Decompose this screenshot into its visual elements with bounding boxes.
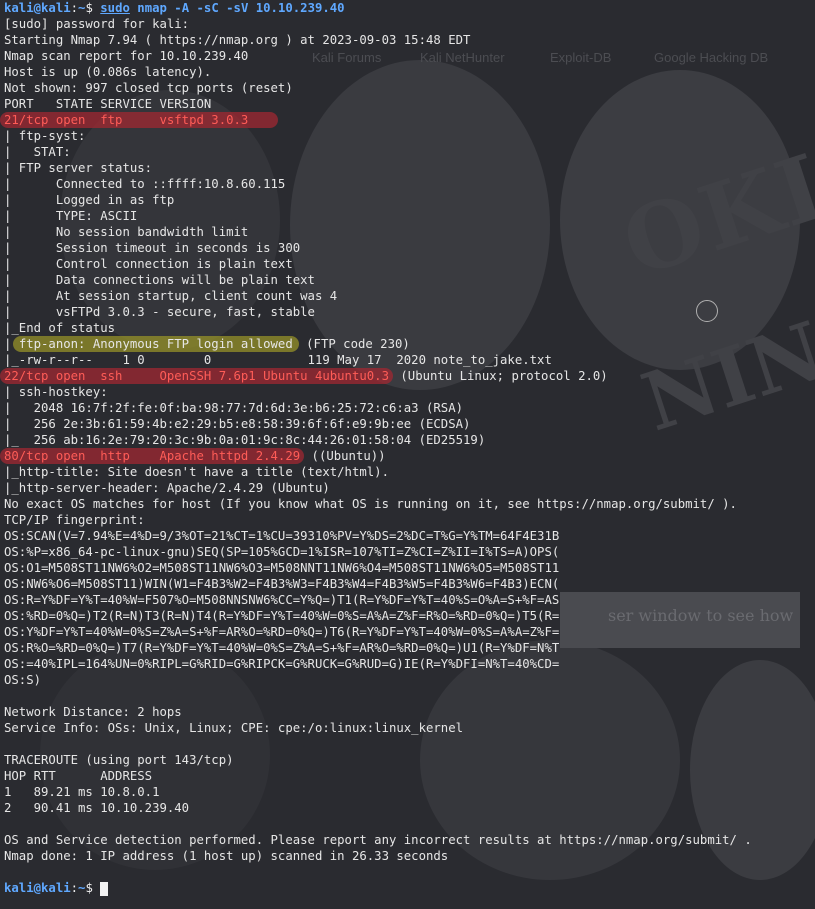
output-line: OS:NW6%O6=M508ST11)WIN(W1=F4B3%W2=F4B3%W… [4,577,560,591]
port-http-rest: ((Ubuntu)) [304,449,386,463]
port-ftp-highlight: 21/tcp open ftp vsftpd 3.0.3 [0,112,279,128]
ftp-detail-line: | Data connections will be plain text [4,273,315,287]
output-line: Network Distance: 2 hops [4,705,182,719]
output-line: TRACEROUTE (using port 143/tcp) [4,753,234,767]
ftp-detail-line: |_End of status [4,321,116,335]
text-cursor [100,881,109,896]
output-line: Nmap scan report for 10.10.239.40 [4,49,249,63]
ssh-detail-line: |_ 256 ab:16:2e:79:20:3c:9b:0a:01:9c:8c:… [4,433,486,447]
port-line-ftp: 21/tcp open ftp vsftpd 3.0.3 [0,112,815,128]
ftp-detail-line: | Connected to ::ffff:10.8.60.115 [4,177,286,191]
ftp-detail-line: | Control connection is plain text [4,257,293,271]
ftp-anon-line: | ftp-anon: Anonymous FTP login allowed … [0,336,815,352]
output-line: OS:%P=x86_64-pc-linux-gnu)SEQ(SP=105%GCD… [4,545,560,559]
port-http-highlight: 80/tcp open http Apache httpd 2.4.29 [0,448,305,464]
ftp-detail-line: | FTP server status: [4,161,153,175]
output-line: OS:S) [4,673,42,687]
ftp-detail-line: | vsFTPd 3.0.3 - secure, fast, stable [4,305,315,319]
output-line: OS:%RD=0%Q=)T2(R=N)T3(R=N)T4(R=Y%DF=Y%T=… [4,609,560,623]
ssh-detail-line: | 256 2e:3b:61:59:4b:e2:29:b5:e8:58:39:6… [4,417,471,431]
output-line: Not shown: 997 closed tcp ports (reset) [4,81,293,95]
prompt-sep: : [70,1,79,15]
prompt-symbol: $ [85,1,93,15]
ftp-detail-line: | No session bandwidth limit [4,225,249,239]
output-line: 1 89.21 ms 10.8.0.1 [4,785,160,799]
command-line: kali@kali:~$ sudo nmap -A -sC -sV 10.10.… [0,0,815,16]
prompt-user: kali@kali [4,881,71,895]
command-sudo: sudo [100,1,130,15]
ftp-detail-line: | At session startup, client count was 4 [4,289,338,303]
ftp-anon-highlight: ftp-anon: Anonymous FTP login allowed [12,336,299,352]
output-line: TCP/IP fingerprint: [4,513,145,527]
prompt-sep: : [70,881,79,895]
output-line: OS:R=Y%DF=Y%T=40%W=F507%O=M508NNSNW6%CC=… [4,593,560,607]
ftp-anon-rest: (FTP code 230) [298,337,410,351]
output-line: Nmap done: 1 IP address (1 host up) scan… [4,849,449,863]
port-ssh-rest: (Ubuntu Linux; protocol 2.0) [392,369,608,383]
ftp-detail-line: | STAT: [4,145,71,159]
ssh-detail-line: | ssh-hostkey: [4,385,108,399]
ftp-detail-line: | TYPE: ASCII [4,209,138,223]
output-line: PORT STATE SERVICE VERSION [4,97,212,111]
output-line: OS:O1=M508ST11NW6%O2=M508ST11NW6%O3=M508… [4,561,560,575]
output-line: No exact OS matches for host (If you kno… [4,497,737,511]
ftp-detail-line: | ftp-syst: [4,129,86,143]
output-line: 2 90.41 ms 10.10.239.40 [4,801,190,815]
output-line: Service Info: OSs: Unix, Linux; CPE: cpe… [4,721,464,735]
http-detail-line: |_http-title: Site doesn't have a title … [4,465,389,479]
active-prompt[interactable]: kali@kali:~$ [0,880,815,896]
ftp-detail-line: | Logged in as ftp [4,193,175,207]
ftp-detail-line: | Session timeout in seconds is 300 [4,241,301,255]
http-detail-line: |_http-server-header: Apache/2.4.29 (Ubu… [4,481,330,495]
output-line: OS:=40%IPL=164%UN=0%RIPL=G%RID=G%RIPCK=G… [4,657,560,671]
output-line: [sudo] password for kali: [4,17,190,31]
output-line: Host is up (0.086s latency). [4,65,212,79]
command-args: nmap -A -sC -sV 10.10.239.40 [129,1,345,15]
ftp-file-line: |_-rw-r--r-- 1 0 0 119 May 17 2020 note_… [4,353,552,367]
output-line: OS:SCAN(V=7.94%E=4%D=9/3%OT=21%CT=1%CU=3… [4,529,560,543]
output-line: Starting Nmap 7.94 ( https://nmap.org ) … [4,33,471,47]
port-ssh-highlight: 22/tcp open ssh OpenSSH 7.6p1 Ubuntu 4ub… [0,368,393,384]
output-line: OS:Y%DF=Y%T=40%W=0%S=Z%A=S+%F=AR%O=%RD=0… [4,625,560,639]
ssh-detail-line: | 2048 16:7f:2f:fe:0f:ba:98:77:7d:6d:3e:… [4,401,464,415]
output-line: HOP RTT ADDRESS [4,769,153,783]
terminal-window[interactable]: kali@kali:~$ sudo nmap -A -sC -sV 10.10.… [0,0,815,896]
port-line-ssh: 22/tcp open ssh OpenSSH 7.6p1 Ubuntu 4ub… [0,368,815,384]
port-line-http: 80/tcp open http Apache httpd 2.4.29 ((U… [0,448,815,464]
prompt-symbol: $ [85,881,93,895]
output-line: OS and Service detection performed. Plea… [4,833,752,847]
prompt-user: kali@kali [4,1,71,15]
output-line: OS:R%O=%RD=0%Q=)T7(R=Y%DF=Y%T=40%W=0%S=Z… [4,641,560,655]
